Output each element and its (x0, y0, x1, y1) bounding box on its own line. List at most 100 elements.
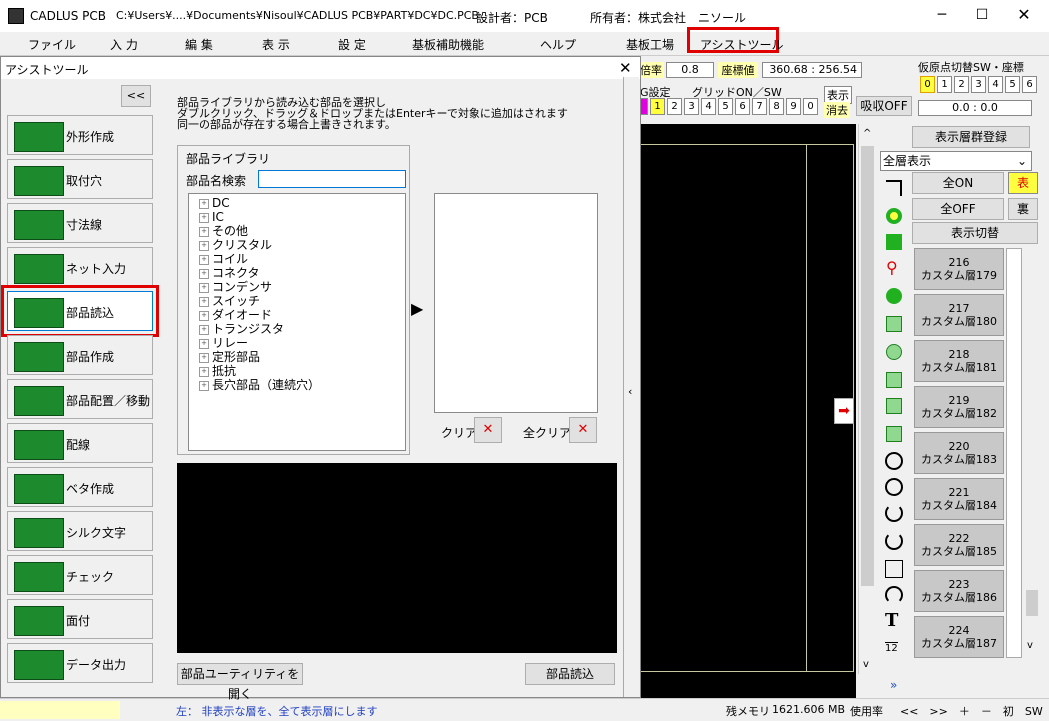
text-tool-icon[interactable]: T (885, 610, 898, 631)
menu-assist-tool[interactable]: アシストツール (700, 36, 784, 53)
tree-item[interactable]: + コネクタ (199, 266, 260, 280)
copper-fill-icon[interactable] (886, 316, 902, 332)
menu-board-factory[interactable]: 基板工場 (626, 36, 674, 53)
dialog-close-icon[interactable]: ✕ (619, 59, 632, 77)
origin-btn-5[interactable]: 5 (1005, 76, 1020, 93)
close-window-button[interactable]: ✕ (1004, 0, 1044, 32)
chevron-down-icon[interactable]: v (1027, 640, 1033, 651)
line-tool-icon[interactable] (886, 180, 902, 196)
minimize-button[interactable]: ─ (922, 0, 962, 32)
layer-button[interactable]: 220 カスタム層183 (914, 432, 1004, 474)
copper-cut-icon[interactable] (886, 398, 902, 414)
menu-edit[interactable]: 編 集 (185, 36, 213, 53)
front-button[interactable]: 表 (1008, 172, 1038, 194)
copper-rect-icon[interactable] (886, 372, 902, 388)
origin-btn-2[interactable]: 2 (954, 76, 969, 93)
suck-off-button[interactable]: 吸収OFF (856, 96, 912, 116)
origin-btn-6[interactable]: 6 (1022, 76, 1037, 93)
origin-btn-0[interactable]: 0 (920, 76, 935, 93)
clear-all-button[interactable]: ✕ (569, 417, 597, 443)
menu-settings[interactable]: 設 定 (338, 36, 366, 53)
copper-hole-icon[interactable] (886, 426, 902, 442)
layer-button[interactable]: 217 カスタム層180 (914, 294, 1004, 336)
rect-tool-icon[interactable] (885, 560, 903, 578)
fill-create-button[interactable]: ベタ作成 (7, 467, 153, 507)
outline-create-button[interactable]: 外形作成 (7, 115, 153, 155)
tree-item[interactable]: + DC (199, 196, 230, 210)
layer-button[interactable]: 221 カスタム層184 (914, 478, 1004, 520)
layer-button[interactable]: 219 カスタム層182 (914, 386, 1004, 428)
part-place-button[interactable]: 部品配置／移動 (7, 379, 153, 419)
canvas-vscroll[interactable]: ^ v (858, 124, 876, 674)
search-input[interactable] (258, 170, 406, 188)
data-output-button[interactable]: データ出力 (7, 643, 153, 683)
grid-btn-6[interactable]: 6 (735, 98, 750, 115)
display-toggle-button[interactable]: 表示切替 (912, 222, 1038, 244)
grid-btn-4[interactable]: 4 (701, 98, 716, 115)
collapse-button[interactable]: << (121, 85, 151, 107)
library-tree[interactable]: + DC + IC + その他 + クリスタル + コイル + コネクタ + コンデンサ + ス… (188, 193, 406, 451)
layer-vscroll[interactable]: v (1024, 248, 1040, 658)
tree-item[interactable]: + スイッチ (199, 294, 260, 308)
grid-btn-magenta[interactable] (640, 98, 648, 115)
scroll-up-arrow-icon[interactable]: ^ (863, 128, 871, 139)
display-select[interactable]: 全層表示 ⌄ (880, 151, 1032, 171)
silk-text-button[interactable]: シルク文字 (7, 511, 153, 551)
tree-item[interactable]: + IC (199, 210, 224, 224)
pcb-canvas[interactable] (640, 124, 856, 698)
maximize-button[interactable]: ☐ (962, 0, 1002, 32)
erase-label[interactable]: 消去 (824, 102, 850, 118)
pad-square-icon[interactable] (886, 234, 902, 250)
pin-icon[interactable]: ⚲ (886, 260, 902, 278)
selected-parts-list[interactable] (434, 193, 598, 413)
menu-view[interactable]: 表 示 (262, 36, 290, 53)
net-input-button[interactable]: ネット入力 (7, 247, 153, 287)
all-off-button[interactable]: 全OFF (912, 198, 1004, 220)
tree-item[interactable]: + 抵抗 (199, 364, 236, 378)
tree-item[interactable]: + クリスタル (199, 238, 272, 252)
more-icon[interactable]: » (890, 678, 897, 692)
circle-tool-icon[interactable] (885, 452, 903, 470)
layer-button[interactable]: 224 カスタム層187 (914, 616, 1004, 658)
chevron-left-icon[interactable]: ‹ (628, 385, 632, 398)
panelize-button[interactable]: 面付 (7, 599, 153, 639)
grid-btn-2[interactable]: 2 (667, 98, 682, 115)
part-create-button[interactable]: 部品作成 (7, 335, 153, 375)
tree-item[interactable]: + 長穴部品（連続穴） (199, 378, 320, 392)
nav-controls[interactable]: << >> ＋ － 初 SW (900, 703, 1043, 719)
layer-button[interactable]: 218 カスタム層181 (914, 340, 1004, 382)
clear-button[interactable]: ✕ (474, 417, 502, 443)
origin-btn-1[interactable]: 1 (937, 76, 952, 93)
layer-button[interactable]: 223 カスタム層186 (914, 570, 1004, 612)
canvas-vscroll-thumb[interactable] (861, 146, 874, 586)
layer-button[interactable]: 216 カスタム層179 (914, 248, 1004, 290)
scroll-down-arrow-icon[interactable]: v (863, 659, 869, 670)
copper-circle-icon[interactable] (886, 344, 902, 360)
layer-register-button[interactable]: 表示層群登録 (912, 126, 1030, 148)
check-button[interactable]: チェック (7, 555, 153, 595)
tree-item[interactable]: + トランジスタ (199, 322, 284, 336)
wiring-button[interactable]: 配線 (7, 423, 153, 463)
grid-btn-8[interactable]: 8 (769, 98, 784, 115)
add-arrow-icon[interactable]: ▶ (411, 299, 423, 318)
mount-hole-button[interactable]: 取付穴 (7, 159, 153, 199)
circle-center-icon[interactable] (885, 478, 903, 496)
dimension-line-button[interactable]: 寸法線 (7, 203, 153, 243)
menu-board-aux[interactable]: 基板補助機能 (412, 36, 484, 53)
curve-tool-icon[interactable] (885, 586, 903, 604)
tree-item[interactable]: + その他 (199, 224, 248, 238)
grid-btn-5[interactable]: 5 (718, 98, 733, 115)
grid-btn-1[interactable]: 1 (650, 98, 665, 115)
layer-button[interactable]: 222 カスタム層185 (914, 524, 1004, 566)
origin-btn-4[interactable]: 4 (988, 76, 1003, 93)
grid-btn-7[interactable]: 7 (752, 98, 767, 115)
tree-item[interactable]: + コイル (199, 252, 248, 266)
layer-vscroll-thumb[interactable] (1026, 590, 1038, 616)
menu-file[interactable]: ファイル (28, 36, 76, 53)
size-label[interactable]: 12 (885, 642, 898, 654)
all-on-button[interactable]: 全ON (912, 172, 1004, 194)
grid-btn-0[interactable]: 0 (803, 98, 818, 115)
arc-tool-icon[interactable] (885, 504, 903, 522)
layer-checkboxes[interactable] (1006, 248, 1022, 658)
part-load-button[interactable]: 部品読込 (7, 291, 153, 331)
